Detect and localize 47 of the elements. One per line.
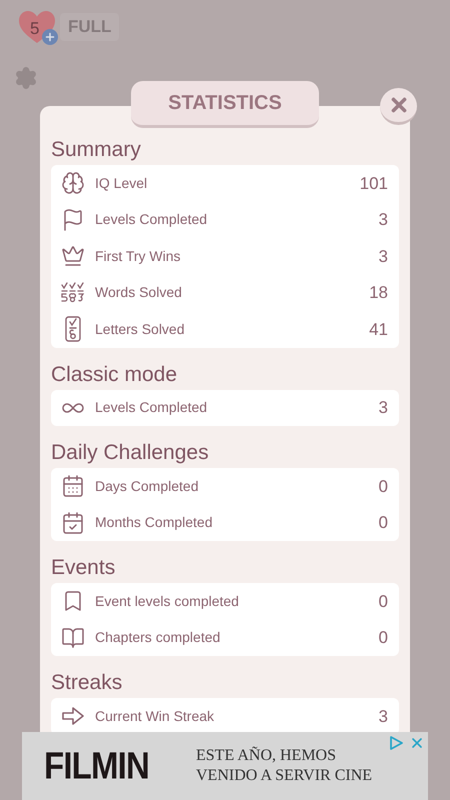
stat-label: Current Win Streak [95, 706, 214, 726]
arrow-icon [62, 707, 84, 726]
ad-text: ESTE AÑO, HEMOS [196, 746, 338, 766]
close-button[interactable] [380, 88, 417, 125]
stat-value: 101 [360, 172, 388, 194]
section-heading: Summary [51, 137, 142, 163]
dialog-title: STATISTICS [131, 81, 319, 128]
stat-label: Letters Solved [95, 320, 184, 339]
settings-icon[interactable] [14, 66, 38, 90]
stat-label: Levels Completed [95, 210, 208, 230]
ad-brand: FILMIN [44, 743, 150, 789]
stat-label: IQ Level [95, 174, 148, 193]
add-lives-button[interactable] [42, 29, 58, 45]
stat-value: 18 [369, 282, 388, 304]
checked-number-tile-icon [65, 316, 81, 342]
plus-icon [44, 31, 56, 43]
section-heading: Events [51, 555, 116, 581]
lives-count: 5 [30, 18, 40, 40]
stat-value: 3 [378, 706, 388, 728]
stat-value: 3 [378, 209, 388, 231]
stat-label: Days Completed [95, 476, 198, 496]
ad-text: VENIDO A SERVIR CINE [196, 766, 372, 786]
stat-value: 0 [378, 512, 388, 534]
stat-value: 3 [378, 246, 388, 268]
close-icon[interactable] [409, 735, 425, 751]
ad-info-icon[interactable] [388, 735, 404, 751]
crown-icon [61, 244, 85, 268]
stat-label: Levels Completed [95, 398, 208, 418]
section-heading: Classic mode [51, 362, 178, 388]
stat-value: 41 [369, 318, 388, 340]
calendar-check-icon [61, 510, 85, 535]
stat-label: Months Completed [95, 513, 213, 532]
stat-label: Words Solved [95, 283, 182, 302]
stat-value: 0 [378, 476, 388, 498]
stat-value: 0 [378, 590, 388, 612]
calendar-icon [61, 474, 85, 498]
stat-value: 3 [378, 397, 388, 419]
ad-banner[interactable]: FILMIN ESTE AÑO, HEMOS VENIDO A SERVIR CINE [22, 732, 428, 800]
stat-label: First Try Wins [95, 246, 181, 266]
book-icon [61, 626, 85, 650]
section-heading: Daily Challenges [51, 440, 210, 466]
stat-label: Chapters completed [95, 628, 220, 648]
section-heading: Streaks [51, 670, 124, 696]
stat-label: Event levels completed [95, 592, 239, 611]
checked-numbers-icon [60, 282, 86, 304]
stat-value: 0 [378, 627, 388, 649]
brain-icon [61, 171, 85, 196]
